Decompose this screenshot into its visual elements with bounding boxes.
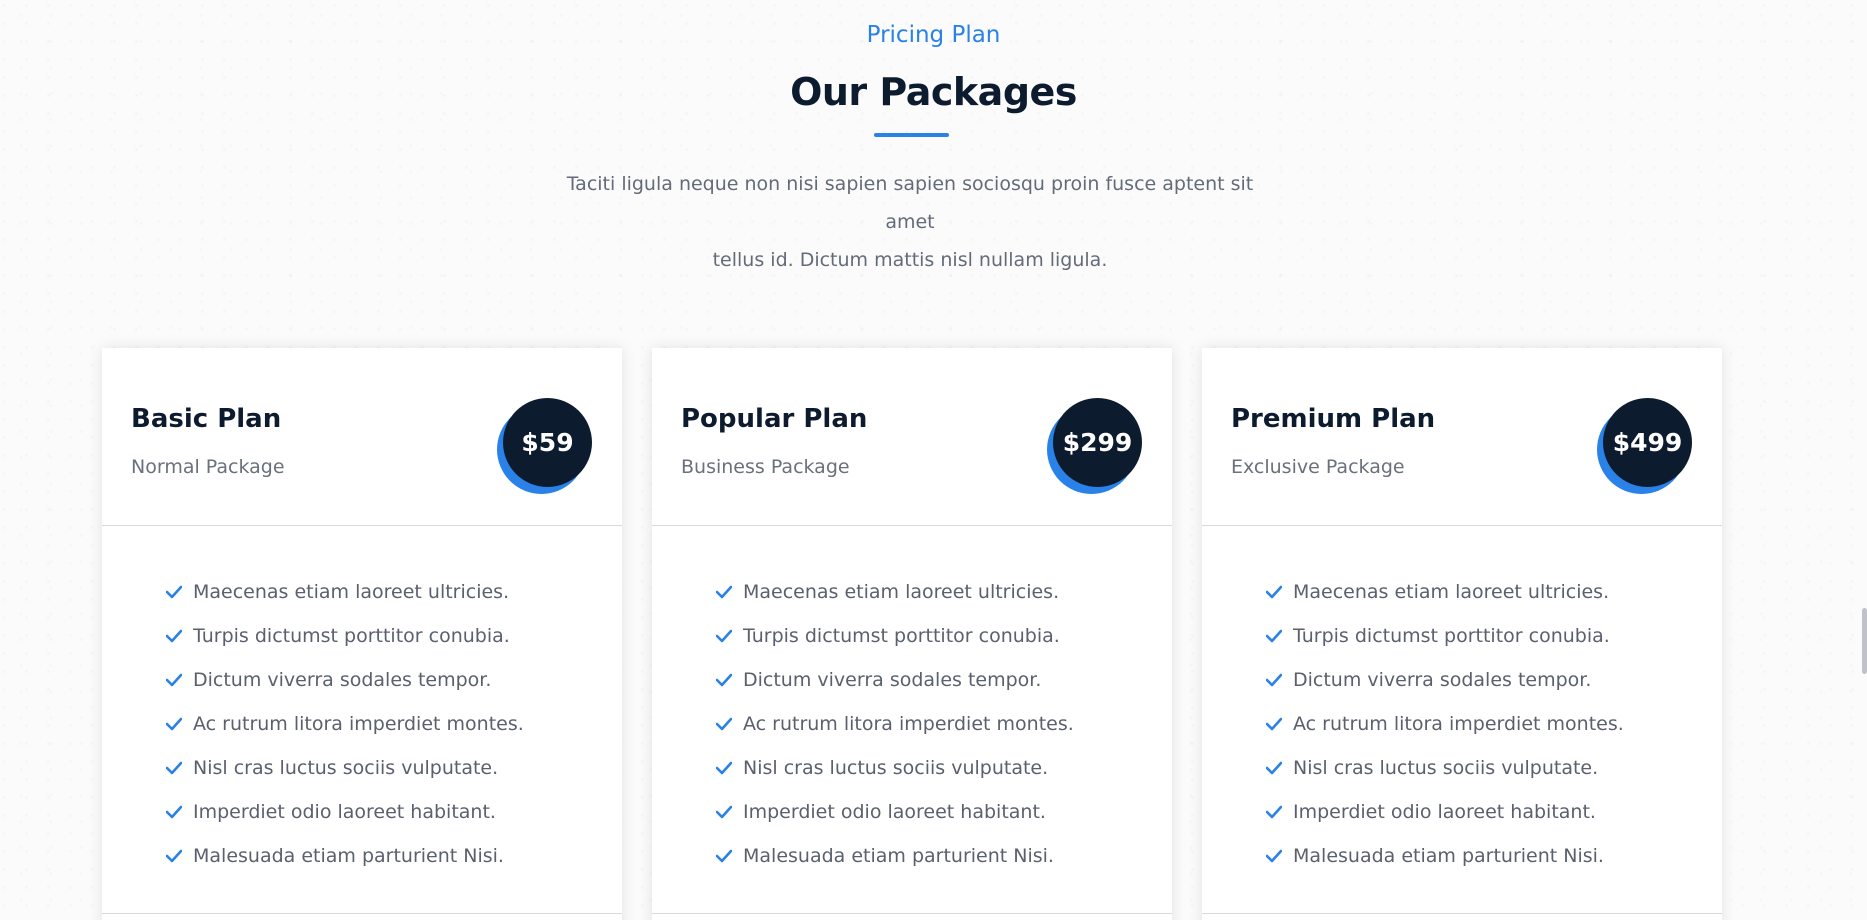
intro-line-2: tellus id. Dictum mattis nisl nullam lig…	[712, 249, 1108, 271]
list-item: Maecenas etiam laoreet ultricies.	[1265, 570, 1624, 614]
check-icon	[165, 803, 183, 821]
card-header: Basic Plan Normal Package $59	[102, 348, 622, 526]
list-item: Nisl cras luctus sociis vulputate.	[715, 746, 1074, 790]
card-footer-divider	[652, 913, 1172, 914]
list-item: Imperdiet odio laoreet habitant.	[715, 790, 1074, 834]
list-item: Dictum viverra sodales tempor.	[715, 658, 1074, 702]
card-header: Premium Plan Exclusive Package $499	[1202, 348, 1722, 526]
feature-text: Nisl cras luctus sociis vulputate.	[743, 757, 1049, 779]
section-heading: Our Packages	[790, 70, 1077, 114]
feature-text: Malesuada etiam parturient Nisi.	[1293, 845, 1604, 867]
heading-underline	[874, 133, 949, 137]
list-item: Turpis dictumst porttitor conubia.	[1265, 614, 1624, 658]
list-item: Malesuada etiam parturient Nisi.	[165, 834, 524, 878]
pricing-card-basic: Basic Plan Normal Package $59 Maecenas e…	[102, 348, 622, 920]
card-footer-divider	[102, 913, 622, 914]
feature-text: Nisl cras luctus sociis vulputate.	[1293, 757, 1599, 779]
feature-text: Turpis dictumst porttitor conubia.	[193, 625, 510, 647]
feature-text: Maecenas etiam laoreet ultricies.	[193, 581, 510, 603]
list-item: Imperdiet odio laoreet habitant.	[1265, 790, 1624, 834]
feature-list: Maecenas etiam laoreet ultricies. Turpis…	[715, 570, 1074, 878]
list-item: Dictum viverra sodales tempor.	[1265, 658, 1624, 702]
feature-text: Imperdiet odio laoreet habitant.	[1293, 801, 1596, 823]
list-item: Ac rutrum litora imperdiet montes.	[1265, 702, 1624, 746]
page-scrollbar-thumb[interactable]	[1862, 608, 1867, 674]
check-icon	[1265, 803, 1283, 821]
check-icon	[1265, 715, 1283, 733]
list-item: Malesuada etiam parturient Nisi.	[715, 834, 1074, 878]
price-badge: $499	[1597, 398, 1697, 498]
plan-title: Premium Plan	[1231, 404, 1436, 434]
check-icon	[165, 627, 183, 645]
feature-text: Ac rutrum litora imperdiet montes.	[743, 713, 1074, 735]
section-eyebrow: Pricing Plan	[866, 22, 1001, 48]
check-icon	[715, 627, 733, 645]
list-item: Turpis dictumst porttitor conubia.	[715, 614, 1074, 658]
pricing-card-premium: Premium Plan Exclusive Package $499 Maec…	[1202, 348, 1722, 920]
check-icon	[715, 803, 733, 821]
check-icon	[1265, 759, 1283, 777]
plan-title: Basic Plan	[131, 404, 282, 434]
card-header: Popular Plan Business Package $299	[652, 348, 1172, 526]
feature-text: Imperdiet odio laoreet habitant.	[193, 801, 496, 823]
check-icon	[1265, 671, 1283, 689]
feature-text: Ac rutrum litora imperdiet montes.	[1293, 713, 1624, 735]
feature-text: Imperdiet odio laoreet habitant.	[743, 801, 1046, 823]
list-item: Maecenas etiam laoreet ultricies.	[165, 570, 524, 614]
feature-text: Dictum viverra sodales tempor.	[193, 669, 492, 691]
price-value: $59	[503, 398, 592, 487]
check-icon	[1265, 627, 1283, 645]
feature-text: Turpis dictumst porttitor conubia.	[743, 625, 1060, 647]
plan-title: Popular Plan	[681, 404, 868, 434]
list-item: Turpis dictumst porttitor conubia.	[165, 614, 524, 658]
list-item: Nisl cras luctus sociis vulputate.	[1265, 746, 1624, 790]
list-item: Ac rutrum litora imperdiet montes.	[715, 702, 1074, 746]
feature-text: Dictum viverra sodales tempor.	[1293, 669, 1592, 691]
check-icon	[715, 671, 733, 689]
check-icon	[165, 847, 183, 865]
list-item: Nisl cras luctus sociis vulputate.	[165, 746, 524, 790]
list-item: Dictum viverra sodales tempor.	[165, 658, 524, 702]
check-icon	[715, 715, 733, 733]
card-footer-divider	[1202, 913, 1722, 914]
price-value: $299	[1053, 398, 1142, 487]
feature-text: Malesuada etiam parturient Nisi.	[193, 845, 504, 867]
section-intro: Taciti ligula neque non nisi sapien sapi…	[555, 165, 1265, 279]
plan-subtitle: Normal Package	[131, 456, 285, 478]
price-value: $499	[1603, 398, 1692, 487]
feature-text: Maecenas etiam laoreet ultricies.	[743, 581, 1060, 603]
check-icon	[165, 759, 183, 777]
check-icon	[1265, 583, 1283, 601]
list-item: Maecenas etiam laoreet ultricies.	[715, 570, 1074, 614]
plan-subtitle: Exclusive Package	[1231, 456, 1405, 478]
price-badge: $59	[497, 398, 597, 498]
check-icon	[715, 583, 733, 601]
check-icon	[715, 759, 733, 777]
check-icon	[165, 715, 183, 733]
feature-list: Maecenas etiam laoreet ultricies. Turpis…	[165, 570, 524, 878]
pricing-card-popular: Popular Plan Business Package $299 Maece…	[652, 348, 1172, 920]
list-item: Imperdiet odio laoreet habitant.	[165, 790, 524, 834]
list-item: Ac rutrum litora imperdiet montes.	[165, 702, 524, 746]
feature-text: Maecenas etiam laoreet ultricies.	[1293, 581, 1610, 603]
feature-text: Nisl cras luctus sociis vulputate.	[193, 757, 499, 779]
feature-text: Turpis dictumst porttitor conubia.	[1293, 625, 1610, 647]
feature-text: Ac rutrum litora imperdiet montes.	[193, 713, 524, 735]
list-item: Malesuada etiam parturient Nisi.	[1265, 834, 1624, 878]
plan-subtitle: Business Package	[681, 456, 850, 478]
price-badge: $299	[1047, 398, 1147, 498]
intro-line-1: Taciti ligula neque non nisi sapien sapi…	[566, 173, 1254, 233]
feature-list: Maecenas etiam laoreet ultricies. Turpis…	[1265, 570, 1624, 878]
feature-text: Dictum viverra sodales tempor.	[743, 669, 1042, 691]
feature-text: Malesuada etiam parturient Nisi.	[743, 845, 1054, 867]
check-icon	[165, 583, 183, 601]
check-icon	[1265, 847, 1283, 865]
check-icon	[165, 671, 183, 689]
check-icon	[715, 847, 733, 865]
